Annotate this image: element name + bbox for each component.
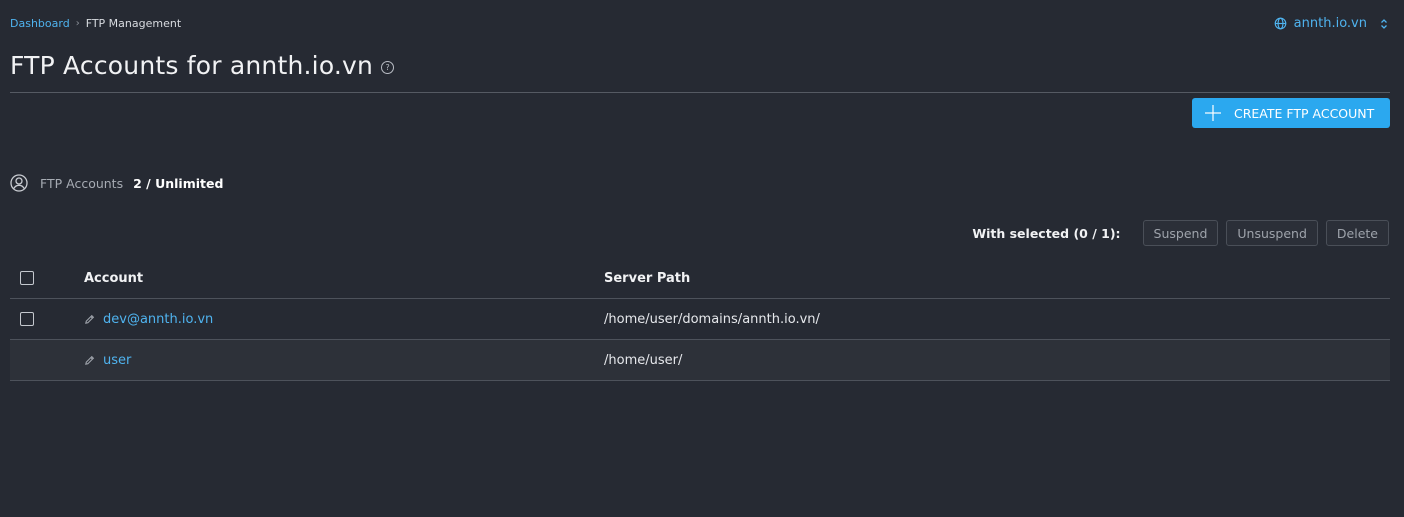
bulk-actions: With selected (0 / 1): Suspend Unsuspend…	[972, 220, 1389, 246]
ftp-accounts-table: Account Server Path dev@annth.io.vn /hom…	[10, 258, 1390, 381]
column-header-server-path[interactable]: Server Path	[604, 271, 690, 286]
help-icon[interactable]: ?	[381, 60, 395, 74]
usage-summary: FTP Accounts 2 / Unlimited	[10, 174, 223, 192]
account-cell: user	[84, 353, 131, 368]
breadcrumb-current: FTP Management	[85, 17, 182, 30]
row-checkbox[interactable]	[20, 312, 34, 326]
account-link[interactable]: user	[103, 353, 131, 368]
domain-selector[interactable]: annth.io.vn	[1274, 16, 1388, 31]
breadcrumb: Dashboard › FTP Management	[10, 17, 181, 30]
account-cell: dev@annth.io.vn	[84, 312, 213, 327]
select-all-checkbox[interactable]	[20, 271, 34, 285]
page-header: FTP Accounts for annth.io.vn ?	[10, 51, 395, 80]
server-path-cell: /home/user/	[604, 352, 683, 368]
suspend-button[interactable]: Suspend	[1142, 220, 1219, 246]
ftp-management-page: Dashboard › FTP Management annth.io.vn F…	[0, 0, 1404, 517]
page-title: FTP Accounts for annth.io.vn	[10, 51, 374, 80]
pencil-icon[interactable]	[84, 355, 95, 366]
create-ftp-account-label: CREATE FTP ACCOUNT	[1234, 105, 1375, 121]
pencil-icon[interactable]	[84, 314, 95, 325]
plus-icon	[1204, 104, 1222, 122]
delete-button[interactable]: Delete	[1325, 220, 1389, 246]
usage-label: FTP Accounts	[40, 175, 124, 191]
breadcrumb-separator: ›	[75, 18, 80, 29]
usage-value: 2 / Unlimited	[133, 175, 224, 191]
column-header-account[interactable]: Account	[84, 271, 143, 286]
breadcrumb-dashboard-link[interactable]: Dashboard	[10, 17, 70, 30]
user-circle-icon	[10, 174, 40, 192]
chevron-updown-icon	[1380, 18, 1388, 30]
table-row: user /home/user/	[10, 340, 1390, 381]
account-link[interactable]: dev@annth.io.vn	[103, 312, 213, 327]
bulk-selection-label: With selected (0 / 1):	[972, 225, 1121, 241]
globe-icon	[1274, 17, 1287, 30]
table-row: dev@annth.io.vn /home/user/domains/annth…	[10, 299, 1390, 340]
create-ftp-account-button[interactable]: CREATE FTP ACCOUNT	[1192, 98, 1390, 128]
header-divider	[10, 92, 1390, 93]
server-path-cell: /home/user/domains/annth.io.vn/	[604, 311, 820, 327]
unsuspend-button[interactable]: Unsuspend	[1226, 220, 1318, 246]
table-header-row: Account Server Path	[10, 258, 1390, 299]
domain-selector-value: annth.io.vn	[1293, 16, 1367, 31]
